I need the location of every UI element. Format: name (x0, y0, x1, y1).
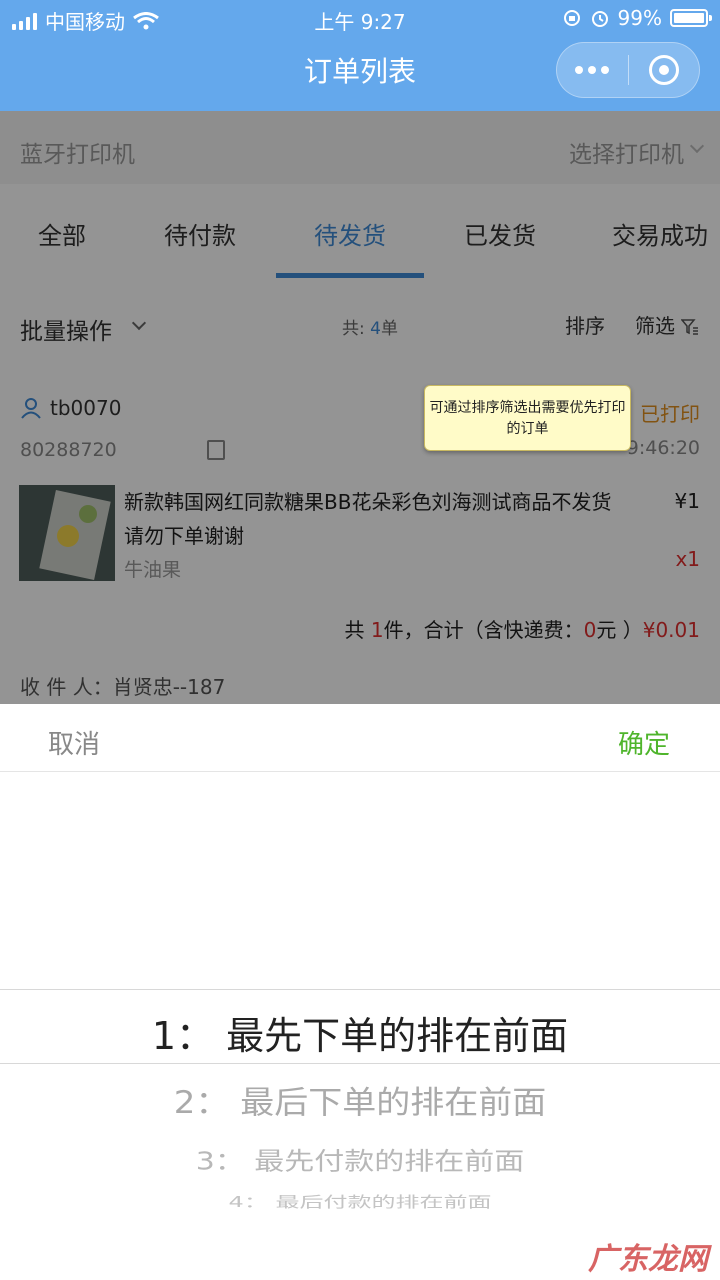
order-tabs: 全部 待付款 待发货 已发货 交易成功 (0, 184, 720, 284)
buyer-name: tb0070 (50, 396, 122, 420)
summary-text-1: 共 (344, 618, 371, 642)
summary-total: ¥0.01 (642, 618, 700, 642)
order-count: 共: 4单 (342, 314, 398, 339)
receiver-info: 收 件 人：肖贤忠--187 (20, 675, 226, 699)
sort-picker[interactable]: 1： 最先下单的排在前面 2： 最后下单的排在前面 3： 最先付款的排在前面 4… (0, 773, 720, 1243)
order-list-page: 蓝牙打印机 选择打印机 全部 待付款 待发货 已发货 交易成功 批量操作 共: … (0, 111, 720, 704)
select-printer-link[interactable]: 选择打印机 (569, 135, 684, 169)
target-icon (648, 55, 679, 85)
tab-shipped[interactable]: 已发货 (464, 216, 536, 251)
tab-pending-shipment[interactable]: 待发货 (314, 216, 386, 251)
print-status-badge: 已打印 (640, 402, 700, 426)
order-time: 9:46:20 (626, 437, 700, 459)
tab-pending-payment[interactable]: 待付款 (164, 216, 236, 251)
cancel-button[interactable]: 取消 (48, 724, 100, 761)
product-quantity: x1 (675, 547, 700, 571)
sort-button[interactable]: 排序 (565, 310, 605, 339)
printer-bar[interactable]: 蓝牙打印机 选择打印机 (0, 111, 720, 184)
order-number-text: 80288720 (20, 439, 117, 461)
summary-fee: 0 (583, 618, 597, 642)
picker-option-selected[interactable]: 1： 最先下单的排在前面 (0, 1005, 720, 1060)
order-count-suffix: 单 (380, 319, 398, 339)
copy-icon[interactable] (206, 440, 225, 460)
status-bar: 中国移动 上午 9:27 99% (0, 0, 720, 36)
selection-line-bottom (0, 1063, 720, 1064)
product-price: ¥1 (674, 489, 700, 513)
product-name: 新款韩国网红同款糖果BB花朵彩色刘海测试商品不发货请勿下单谢谢 (124, 490, 612, 548)
order-summary: 共 1件，合计（含快递费：0元 ）¥0.01 (345, 614, 700, 643)
filter-bar: 批量操作 共: 4单 排序 筛选 (0, 296, 720, 356)
sort-picker-sheet: 取消 确定 1： 最先下单的排在前面 2： 最后下单的排在前面 3： 最先付款的… (0, 704, 720, 1280)
rotation-lock-icon (563, 10, 580, 26)
more-icon (575, 66, 610, 74)
summary-text-3: 元 ） (596, 618, 643, 642)
batch-operation-button[interactable]: 批量操作 (20, 312, 112, 346)
filter-icon[interactable] (681, 318, 699, 336)
active-tab-indicator (276, 273, 424, 278)
picker-option[interactable]: 3： 最先付款的排在前面 (0, 1141, 720, 1177)
tab-completed[interactable]: 交易成功 (612, 216, 708, 251)
battery-percent: 99% (617, 6, 662, 30)
summary-text-2: 件，合计（含快递费： (383, 618, 584, 642)
more-button[interactable] (557, 42, 628, 98)
battery-fill (674, 13, 704, 23)
selection-line-top (0, 989, 720, 990)
picker-option[interactable]: 2： 最后下单的排在前面 (0, 1077, 720, 1122)
picker-option[interactable]: 4： 最后付款的排在前面 (0, 1190, 720, 1212)
confirm-button[interactable]: 确定 (618, 724, 670, 761)
picker-header: 取消 确定 (0, 704, 720, 772)
close-mini-program-button[interactable] (629, 42, 700, 98)
watermark: 广东龙网 (588, 1242, 708, 1277)
user-icon (21, 398, 41, 419)
order-count-prefix: 共: (342, 319, 371, 339)
product-image (19, 485, 115, 581)
filter-button[interactable]: 筛选 (635, 310, 675, 339)
chevron-down-icon (689, 138, 705, 154)
battery-icon (670, 9, 712, 27)
alarm-icon (591, 11, 608, 27)
order-number: 80288720 (20, 439, 225, 461)
tab-all[interactable]: 全部 (38, 216, 86, 251)
status-right: 99% (562, 6, 712, 30)
chevron-down-icon (131, 315, 147, 331)
order-count-value: 4 (370, 319, 381, 339)
top-bar: 中国移动 上午 9:27 99% 订单列表 (0, 0, 720, 111)
mini-program-capsule (556, 42, 700, 98)
order-buyer: tb0070 (20, 396, 121, 420)
summary-count: 1 (370, 618, 384, 642)
printer-label: 蓝牙打印机 (20, 142, 135, 168)
product-spec: 牛油果 (124, 559, 182, 581)
